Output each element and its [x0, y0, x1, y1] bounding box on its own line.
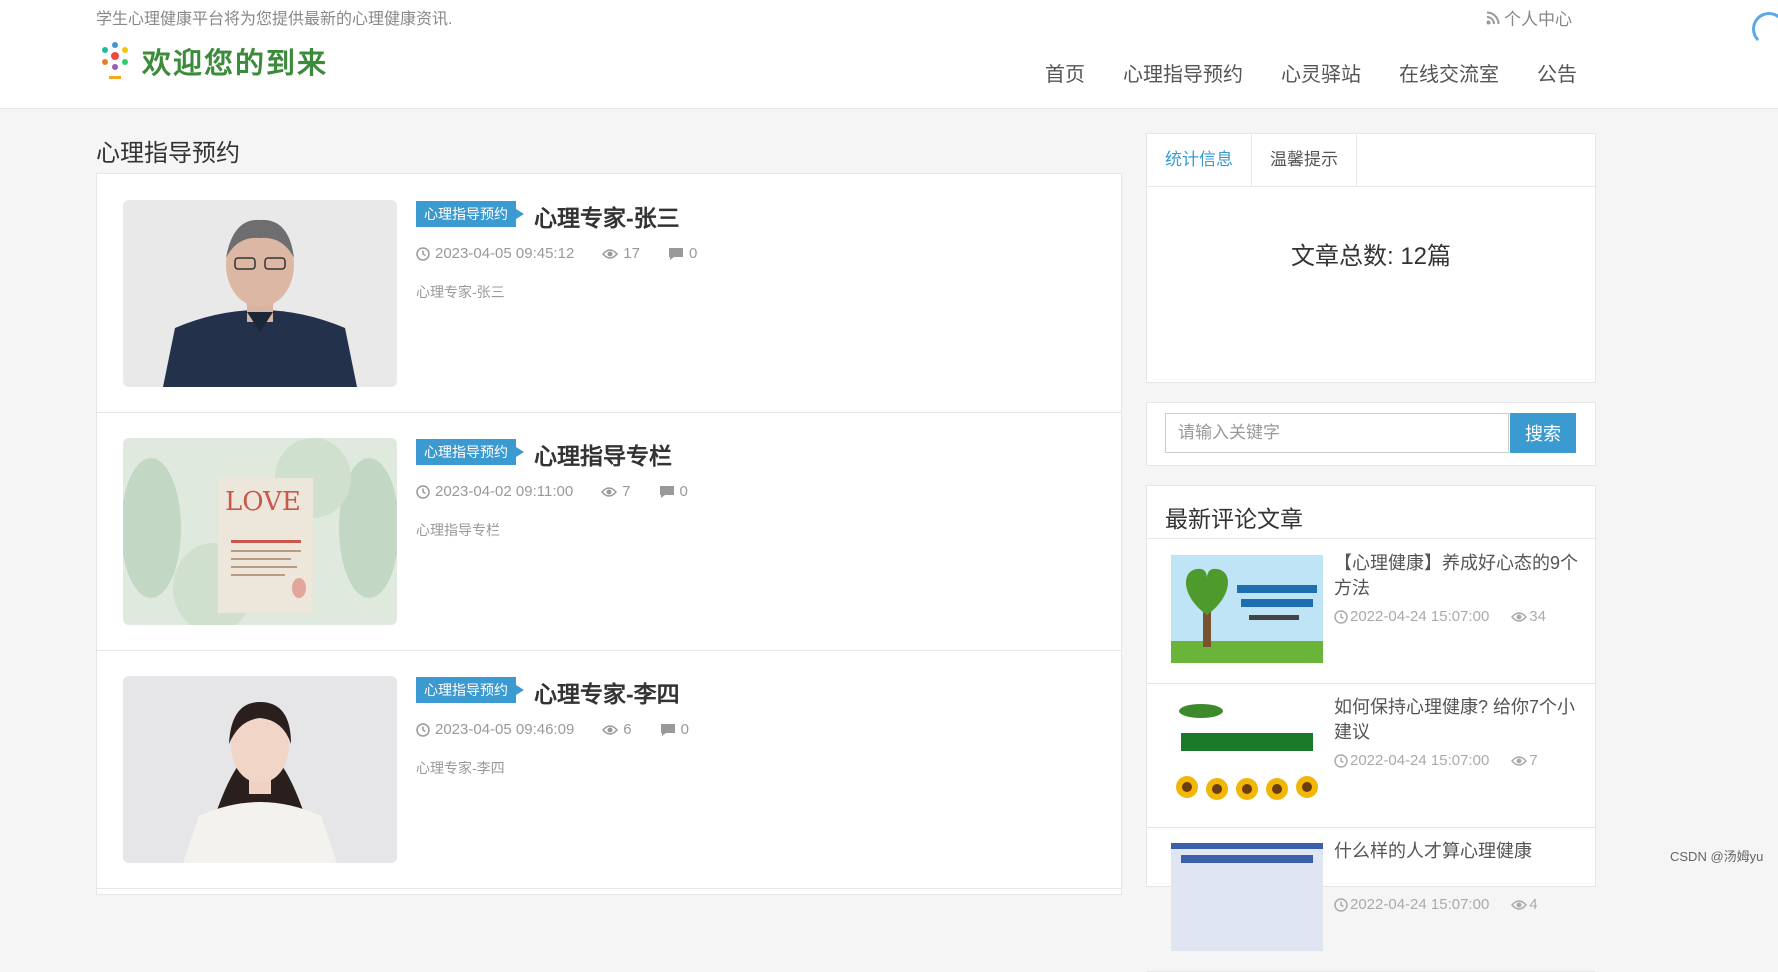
stats-panel: 统计信息 温馨提示 文章总数: 12篇	[1146, 133, 1596, 383]
tab-tips[interactable]: 温馨提示	[1252, 134, 1357, 186]
svg-text:LOVE: LOVE	[225, 487, 301, 517]
category-badge[interactable]: 心理指导预约	[416, 439, 524, 465]
comment-count: 0	[679, 483, 688, 500]
clock-icon	[1334, 897, 1348, 912]
search-panel: 搜索	[1146, 402, 1596, 466]
recent-article-item[interactable]: 什么样的人才算心理健康 2022-04-24 15:07:00 4	[1147, 827, 1595, 972]
article-thumbnail-portrait[interactable]	[123, 676, 397, 863]
eye-icon	[601, 486, 618, 498]
article-excerpt: 心理指导专栏	[416, 522, 500, 538]
nav-home[interactable]: 首页	[1045, 58, 1085, 87]
site-tagline: 学生心理健康平台将为您提供最新的心理健康资讯.	[96, 11, 453, 28]
article-meta: 2023-04-05 09:45:12 17 0	[416, 245, 697, 262]
recent-panel-title: 最新评论文章	[1165, 506, 1303, 532]
main-nav: 首页 心理指导预约 心灵驿站 在线交流室 公告	[1045, 58, 1577, 87]
category-badge[interactable]: 心理指导预约	[416, 201, 524, 227]
tab-statistics[interactable]: 统计信息	[1147, 134, 1252, 186]
article-title[interactable]: 心理专家-李四	[534, 675, 680, 709]
user-center-link[interactable]: 个人中心	[1486, 5, 1572, 30]
comment-count: 0	[680, 721, 689, 738]
clock-icon	[416, 722, 430, 737]
recent-article-thumbnail[interactable]	[1171, 843, 1323, 951]
recent-article-views: 4	[1529, 896, 1538, 913]
view-count: 6	[623, 721, 632, 738]
recent-comments-panel: 最新评论文章 【心理健康】养成好心态的9个方法 2022-04-24 15:07…	[1146, 485, 1596, 972]
article-date: 2023-04-05 09:46:09	[435, 721, 575, 738]
rss-icon	[1486, 11, 1500, 25]
article-meta: 2023-04-05 09:46:09 6 0	[416, 721, 689, 738]
recent-article-item[interactable]: 【心理健康】养成好心态的9个方法 2022-04-24 15:07:00 34	[1147, 539, 1595, 684]
recent-article-title[interactable]: 什么样的人才算心理健康	[1334, 839, 1579, 864]
top-header: 学生心理健康平台将为您提供最新的心理健康资讯. 个人中心 欢迎您的到来 首页 心…	[0, 0, 1778, 109]
loading-spinner-icon	[1752, 12, 1778, 46]
stats-tabs: 统计信息 温馨提示	[1147, 134, 1595, 187]
recent-article-views: 34	[1529, 608, 1546, 625]
clock-icon	[416, 246, 430, 261]
article-item[interactable]: 心理指导预约 心理专家-李四 2023-04-05 09:46:09 6 0 心…	[97, 650, 1121, 889]
recent-article-item[interactable]: 如何保持心理健康? 给你7个小建议 2022-04-24 15:07:00 7	[1147, 683, 1595, 828]
eye-icon	[1511, 611, 1528, 623]
site-logo[interactable]: 欢迎您的到来	[98, 40, 328, 82]
article-thumbnail-love-poster[interactable]: LOVE	[123, 438, 397, 625]
eye-icon	[1511, 899, 1528, 911]
comment-icon	[660, 723, 676, 737]
article-item[interactable]: LOVE 心理指导预约 心理指导专栏 2023-04-02 09:11:00 7…	[97, 412, 1121, 651]
article-meta: 2023-04-02 09:11:00 7 0	[416, 483, 688, 500]
recent-article-meta: 2022-04-24 15:07:00 7	[1334, 752, 1538, 769]
recent-article-title[interactable]: 【心理健康】养成好心态的9个方法	[1334, 551, 1579, 601]
article-list: 心理指导预约 心理专家-张三 2023-04-05 09:45:12 17 0 …	[96, 173, 1122, 895]
article-date: 2023-04-05 09:45:12	[435, 245, 575, 262]
article-title[interactable]: 心理指导专栏	[534, 437, 672, 471]
recent-article-thumbnail[interactable]	[1171, 699, 1323, 807]
recent-article-meta: 2022-04-24 15:07:00 34	[1334, 608, 1546, 625]
eye-icon	[1511, 755, 1528, 767]
recent-article-date: 2022-04-24 15:07:00	[1350, 896, 1490, 913]
recent-article-meta: 2022-04-24 15:07:00 4	[1334, 896, 1538, 913]
article-thumbnail-portrait[interactable]	[123, 200, 397, 387]
article-date: 2023-04-02 09:11:00	[435, 483, 574, 500]
view-count: 17	[623, 245, 640, 262]
eye-icon	[602, 724, 619, 736]
search-button[interactable]: 搜索	[1510, 413, 1576, 453]
eye-icon	[602, 248, 619, 260]
recent-article-title[interactable]: 如何保持心理健康? 给你7个小建议	[1334, 695, 1579, 745]
clock-icon	[1334, 609, 1348, 624]
comment-icon	[668, 247, 684, 261]
article-title[interactable]: 心理专家-张三	[534, 199, 680, 233]
comment-icon	[659, 485, 675, 499]
article-excerpt: 心理专家-张三	[416, 284, 505, 300]
logo-emblem-icon	[98, 40, 132, 82]
recent-article-views: 7	[1529, 752, 1538, 769]
section-title: 心理指导预约	[96, 140, 240, 167]
nav-chat-room[interactable]: 在线交流室	[1399, 58, 1499, 87]
clock-icon	[416, 484, 430, 499]
nav-soul-station[interactable]: 心灵驿站	[1281, 58, 1361, 87]
nav-announcement[interactable]: 公告	[1537, 58, 1577, 87]
search-input[interactable]	[1165, 413, 1509, 453]
recent-article-thumbnail[interactable]	[1171, 555, 1323, 663]
csdn-watermark: CSDN @汤姆yu	[1670, 849, 1764, 864]
recent-article-date: 2022-04-24 15:07:00	[1350, 752, 1490, 769]
category-badge[interactable]: 心理指导预约	[416, 677, 524, 703]
nav-appointment[interactable]: 心理指导预约	[1123, 58, 1243, 87]
recent-article-date: 2022-04-24 15:07:00	[1350, 608, 1490, 625]
article-excerpt: 心理专家-李四	[416, 760, 505, 776]
article-item[interactable]: 心理指导预约 心理专家-张三 2023-04-05 09:45:12 17 0 …	[97, 174, 1121, 413]
comment-count: 0	[688, 245, 698, 262]
user-center-label: 个人中心	[1504, 10, 1572, 29]
view-count: 7	[622, 483, 631, 500]
article-total-count: 文章总数: 12篇	[1290, 243, 1452, 270]
clock-icon	[1334, 753, 1348, 768]
logo-text: 欢迎您的到来	[142, 46, 329, 80]
